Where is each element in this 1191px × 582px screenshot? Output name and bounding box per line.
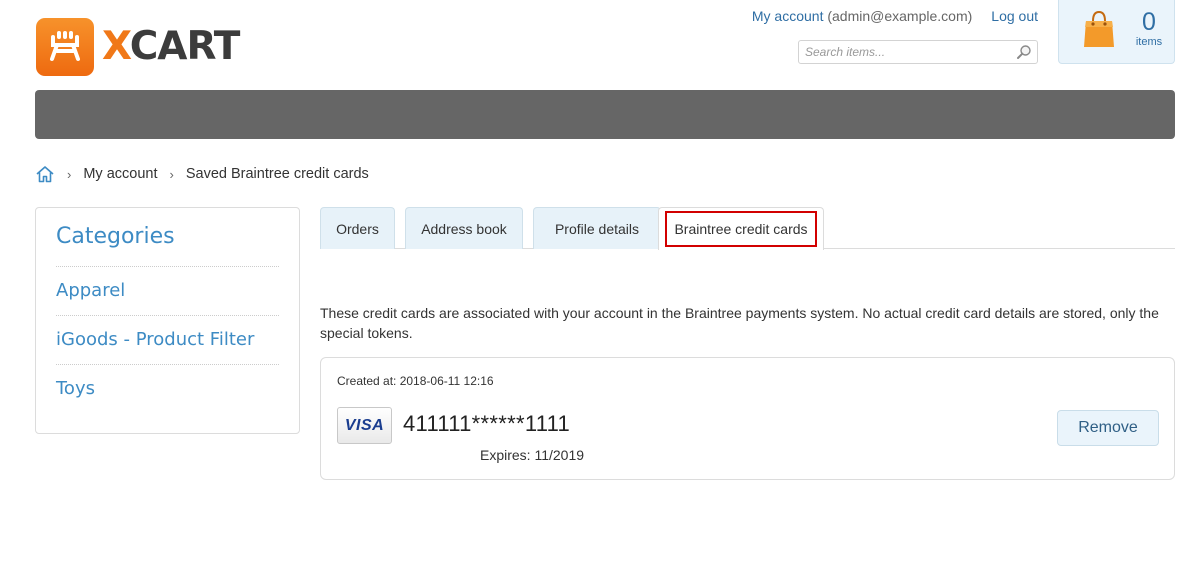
- category-apparel[interactable]: Apparel: [56, 280, 279, 301]
- category-igoods-product-filter[interactable]: iGoods - Product Filter: [56, 329, 279, 350]
- breadcrumb-separator: ›: [67, 166, 72, 182]
- sidebar-title: Categories: [56, 224, 175, 249]
- saved-card: Created at: 2018-06-11 12:16 VISA 411111…: [320, 357, 1175, 480]
- search-box: [798, 40, 1038, 64]
- site-logo[interactable]: XCART: [36, 18, 240, 76]
- tab-orders[interactable]: Orders: [320, 207, 395, 249]
- tab-profile-details[interactable]: Profile details: [533, 207, 661, 249]
- logout-link[interactable]: Log out: [991, 8, 1038, 24]
- card-created-at: Created at: 2018-06-11 12:16: [337, 374, 494, 388]
- tab-address-book[interactable]: Address book: [405, 207, 523, 249]
- intro-text: These credit cards are associated with y…: [320, 305, 1159, 341]
- logo-mark-icon: [36, 18, 94, 76]
- category-toys[interactable]: Toys: [56, 378, 279, 399]
- main-navigation-bar: [35, 90, 1175, 139]
- divider: [56, 364, 279, 365]
- home-icon[interactable]: [35, 165, 55, 183]
- divider: [56, 315, 279, 316]
- search-input[interactable]: [799, 41, 1009, 63]
- cart-count: 0: [1142, 8, 1156, 36]
- account-email: (admin@example.com): [827, 8, 973, 24]
- account-tabs: Orders Address book Profile details Brai…: [320, 207, 1175, 250]
- visa-icon: VISA: [337, 407, 392, 444]
- tab-braintree-credit-cards[interactable]: Braintree credit cards: [658, 207, 824, 250]
- logo-wordmark: XCART: [102, 24, 240, 69]
- search-icon[interactable]: [1016, 44, 1032, 65]
- breadcrumb-current: Saved Braintree credit cards: [185, 166, 369, 182]
- header-account-links: My account (admin@example.com) Log out: [752, 8, 1038, 24]
- card-number: 411111******1111: [403, 411, 571, 436]
- mini-cart[interactable]: 0 items: [1058, 0, 1175, 64]
- cart-items-label: items: [1135, 36, 1163, 48]
- shopping-bag-icon: [1083, 9, 1115, 54]
- breadcrumb-separator: ›: [169, 166, 174, 182]
- my-account-link[interactable]: My account (admin@example.com): [752, 8, 972, 24]
- breadcrumb-my-account[interactable]: My account: [83, 166, 157, 182]
- remove-card-button[interactable]: Remove: [1057, 410, 1159, 446]
- card-expiry: Expires: 11/2019: [480, 447, 585, 463]
- breadcrumb: › My account › Saved Braintree credit ca…: [35, 165, 369, 183]
- categories-sidebar: Categories Apparel iGoods - Product Filt…: [35, 207, 300, 434]
- divider: [56, 266, 279, 267]
